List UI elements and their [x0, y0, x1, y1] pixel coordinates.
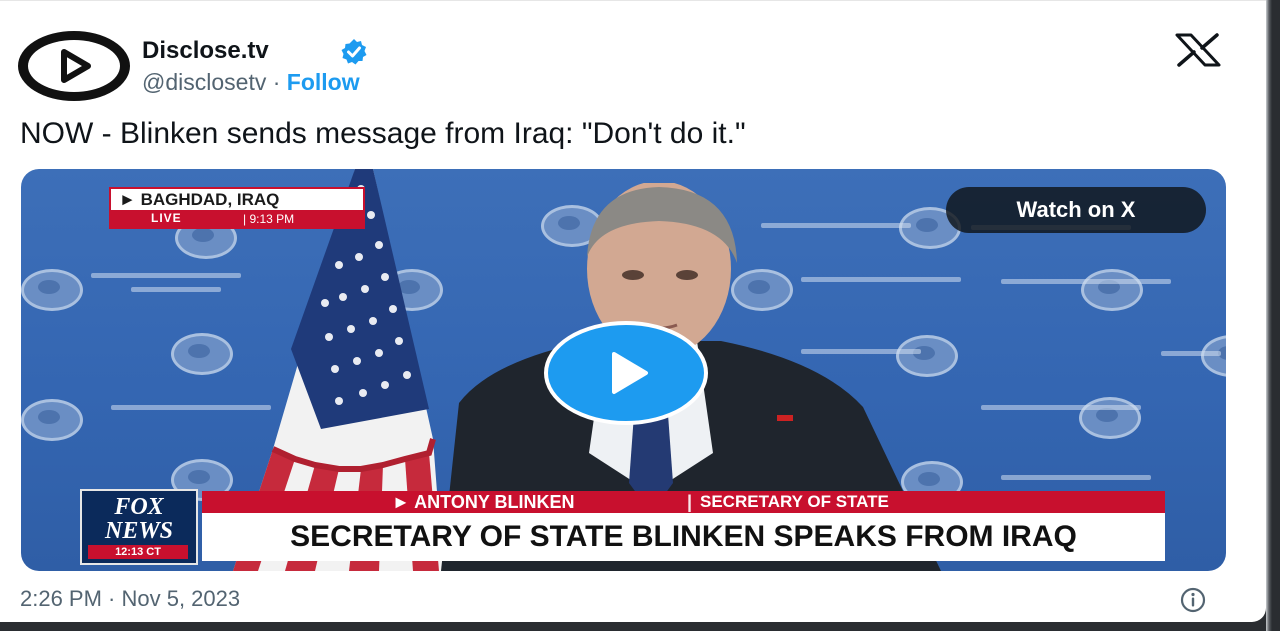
- network-time: 12:13 CT: [88, 545, 188, 559]
- network-name: FOX NEWS: [104, 494, 174, 544]
- x-logo-icon[interactable]: [1174, 33, 1222, 72]
- fox-news-logo: FOX NEWS 12:13 CT: [80, 489, 198, 565]
- play-logo-icon: [28, 40, 120, 92]
- backdrop-seal: [21, 269, 83, 311]
- chyron-name-text: ANTONY BLINKEN: [414, 492, 575, 512]
- location-lower-third: ► BAGHDAD, IRAQ LIVE | 9:13 PM: [109, 187, 365, 229]
- backdrop-seal: [171, 333, 233, 375]
- backdrop-text: [91, 273, 241, 278]
- tweet-timestamp[interactable]: 2:26 PM · Nov 5, 2023: [20, 586, 240, 612]
- play-button[interactable]: [544, 321, 708, 425]
- author-handle-line: @disclosetv · Follow: [142, 69, 360, 96]
- play-icon: [612, 352, 648, 394]
- live-time-value: 9:13 PM: [249, 212, 295, 226]
- backdrop-seal: [21, 399, 83, 441]
- tweet-card: Disclose.tv @disclosetv · Follow NOW - B…: [0, 0, 1266, 622]
- avatar[interactable]: [18, 31, 130, 101]
- live-bar: LIVE | 9:13 PM: [111, 210, 363, 227]
- verified-badge-icon: [340, 38, 368, 71]
- chyron-title: SECRETARY OF STATE: [700, 492, 889, 511]
- live-time: | 9:13 PM: [243, 212, 295, 226]
- follow-button[interactable]: Follow: [287, 69, 360, 95]
- tweet-text: NOW - Blinken sends message from Iraq: "…: [20, 117, 746, 150]
- handle-separator: ·: [272, 69, 281, 95]
- backdrop-seal: [1081, 269, 1143, 311]
- chyron-name-bar: ► ANTONY BLINKEN | SECRETARY OF STATE: [202, 491, 1165, 513]
- author-name[interactable]: Disclose.tv: [142, 37, 269, 65]
- location-text: BAGHDAD, IRAQ: [140, 190, 280, 209]
- backdrop-text: [131, 287, 221, 292]
- info-icon[interactable]: [1180, 587, 1206, 618]
- backdrop-text: [1001, 475, 1151, 480]
- backdrop-text: [981, 405, 1141, 410]
- backdrop-text: [1001, 279, 1171, 284]
- author-handle[interactable]: @disclosetv: [142, 69, 266, 95]
- location-label: ► BAGHDAD, IRAQ: [119, 190, 279, 210]
- backdrop-text: [1161, 351, 1221, 356]
- video-player[interactable]: ► BAGHDAD, IRAQ LIVE | 9:13 PM Watch on …: [21, 169, 1226, 571]
- screen-edge: [1266, 0, 1280, 631]
- chyron-name: ► ANTONY BLINKEN: [392, 492, 575, 512]
- location-arrow: ►: [119, 190, 141, 209]
- backdrop-seal: [1201, 335, 1226, 377]
- chyron-separator: |: [687, 492, 693, 512]
- backdrop-seal: [1079, 397, 1141, 439]
- live-label: LIVE: [151, 211, 182, 225]
- watch-on-x-button[interactable]: Watch on X: [946, 187, 1206, 233]
- chyron-headline: SECRETARY OF STATE BLINKEN SPEAKS FROM I…: [202, 513, 1165, 561]
